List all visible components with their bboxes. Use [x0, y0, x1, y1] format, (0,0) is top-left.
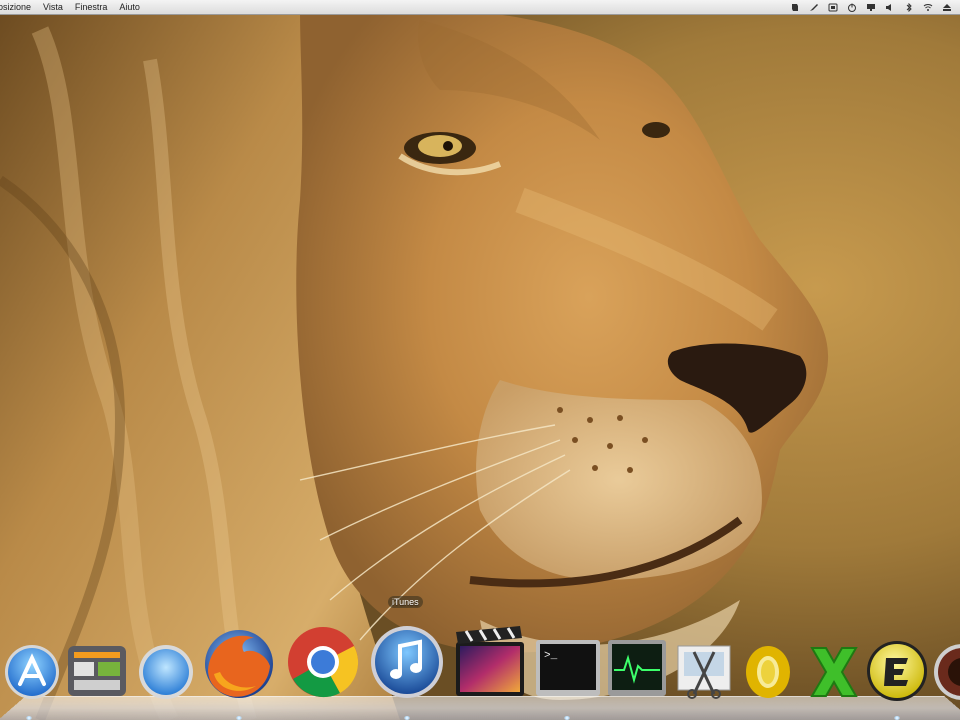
volume-icon[interactable]: [885, 3, 895, 12]
dock-item-safari[interactable]: [136, 640, 196, 700]
activity-monitor-icon: [608, 640, 666, 696]
dock-item-final-cut-pro[interactable]: [452, 626, 528, 700]
dock-item-camera[interactable]: [932, 640, 960, 700]
pen-icon[interactable]: [809, 3, 819, 12]
dock-item-dashboard[interactable]: [66, 642, 130, 700]
grab-scissors-icon: [677, 645, 731, 699]
dock-item-office[interactable]: [742, 640, 794, 700]
bluetooth-sync-icon[interactable]: [828, 3, 838, 12]
running-indicator: [236, 716, 242, 720]
status-menu-area: [790, 2, 960, 12]
menu-item-aiuto[interactable]: Aiuto: [119, 2, 140, 12]
running-indicator: [404, 716, 410, 720]
svg-text:>_: >_: [544, 650, 558, 662]
dock-tooltip: iTunes: [388, 596, 423, 608]
running-indicator: [26, 716, 32, 720]
dock-item-itunes[interactable]: [368, 622, 446, 700]
desktop-wallpaper: [0, 0, 960, 720]
wifi-icon[interactable]: [923, 3, 933, 12]
dock: >_: [0, 620, 960, 720]
display-icon[interactable]: [866, 3, 876, 12]
itunes-icon: [371, 626, 443, 698]
bluetooth-icon[interactable]: [904, 2, 914, 12]
menu-bar: osizione Vista Finestra Aiuto: [0, 0, 960, 15]
menu-list: osizione Vista Finestra Aiuto: [0, 2, 140, 12]
dashboard-icon: [68, 646, 126, 696]
evernote-icon[interactable]: [790, 3, 800, 12]
menu-item-vista[interactable]: Vista: [43, 2, 63, 12]
terminal-icon: >_: [536, 640, 600, 696]
dock-item-excel[interactable]: [804, 640, 864, 700]
dock-item-terminal[interactable]: >_: [534, 638, 602, 698]
menu-item-posizione[interactable]: osizione: [0, 2, 31, 12]
evernote-e-icon: [867, 641, 927, 701]
running-indicator: [564, 716, 570, 720]
office-icon: [746, 646, 790, 698]
camera-icon: [934, 644, 960, 700]
dock-item-firefox[interactable]: [200, 624, 278, 702]
power-icon[interactable]: [847, 3, 857, 12]
dock-item-app-store[interactable]: [2, 640, 62, 700]
firefox-icon: [205, 630, 273, 698]
safari-icon: [139, 645, 193, 699]
menu-item-finestra[interactable]: Finestra: [75, 2, 108, 12]
excel-x-icon: [810, 647, 858, 697]
app-store-icon: [5, 645, 59, 699]
eject-icon[interactable]: [942, 3, 952, 12]
chrome-icon: [288, 627, 359, 698]
dock-item-grab[interactable]: [674, 638, 736, 700]
lion-face-icon: [0, 0, 960, 720]
dock-item-activity-monitor[interactable]: [606, 638, 668, 698]
dock-item-chrome[interactable]: [284, 622, 362, 700]
dock-item-evernote[interactable]: [864, 636, 930, 702]
final-cut-pro-icon: [456, 626, 524, 696]
running-indicator: [894, 716, 900, 720]
